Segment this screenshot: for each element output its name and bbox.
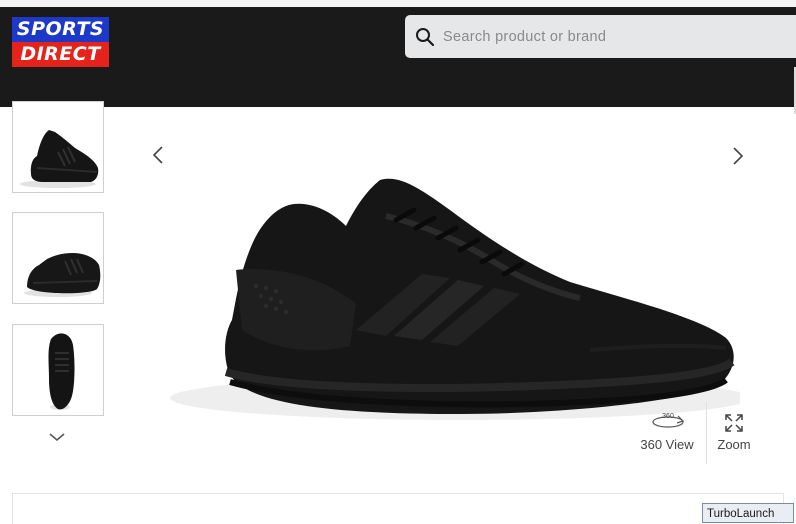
zoom-button[interactable]: Zoom (706, 402, 761, 464)
logo-text-sports: SPORTS (16, 18, 105, 40)
top-strip (0, 0, 796, 7)
turbolaunch-taskbar-button[interactable]: TurboLaunch (702, 503, 794, 523)
sports-direct-logo[interactable]: SPORTS DIRECT (12, 17, 109, 67)
zoom-label: Zoom (717, 437, 751, 452)
search-input[interactable] (443, 15, 783, 58)
shoe-top-thumbnail-image (48, 333, 75, 410)
image-tools: 360 360 View Zoom (630, 402, 760, 464)
shoe-rear-thumbnail-image (24, 253, 101, 297)
view-360-label: 360 View (640, 437, 694, 452)
rotate-360-badge: 360 (662, 413, 674, 420)
thumbnail-rear-view[interactable] (12, 212, 104, 304)
thumbnail-side-view[interactable] (12, 101, 104, 193)
chevron-down-icon[interactable] (47, 428, 67, 448)
search-icon[interactable] (415, 27, 435, 47)
shoe-side-thumbnail-image (20, 130, 99, 188)
chevron-left-icon[interactable] (148, 143, 168, 167)
rotate-360-icon: 360 (652, 413, 685, 428)
product-details-panel (12, 493, 784, 524)
expand-icon (725, 414, 743, 432)
logo-text-direct: DIRECT (20, 43, 101, 65)
view-360-button[interactable]: 360 360 View (630, 402, 704, 464)
search-bar (405, 15, 796, 58)
chevron-right-icon[interactable] (728, 144, 748, 168)
thumbnail-top-view[interactable] (12, 324, 104, 416)
site-header: SPORTS DIRECT (0, 7, 796, 114)
product-main-image[interactable] (160, 170, 740, 430)
